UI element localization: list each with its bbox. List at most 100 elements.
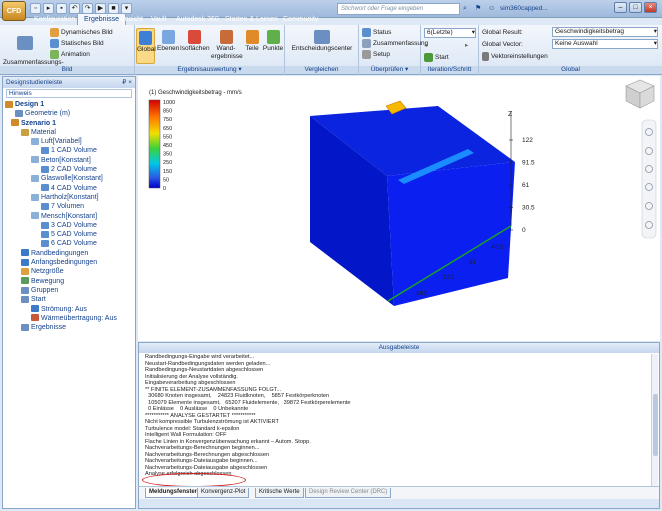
- tree-item[interactable]: Bewegung: [3, 277, 135, 286]
- tab-vault[interactable]: Vault: [145, 14, 172, 25]
- global-result-select[interactable]: Geschwindigkeitsbetrag ▾: [552, 27, 658, 37]
- start-button[interactable]: Start: [424, 53, 449, 62]
- scrollbar-thumb[interactable]: [653, 394, 658, 456]
- tree-item-label: Hartholz[Konstant]: [41, 193, 99, 201]
- tab-community[interactable]: Community: [277, 14, 324, 25]
- tab-ansicht[interactable]: Ansicht: [114, 14, 149, 25]
- iteration-next-button[interactable]: ▸: [465, 42, 468, 50]
- tree-item[interactable]: Netzgröße: [3, 267, 135, 276]
- summary-label: Zusammenfassung: [373, 40, 429, 48]
- navigation-bar[interactable]: [641, 119, 657, 239]
- tree-item[interactable]: Anfangsbedingungen: [3, 258, 135, 267]
- iteration-select[interactable]: 6(Letzte) ▾: [424, 28, 476, 38]
- isosurfaces-button[interactable]: Isoflächen: [180, 28, 210, 53]
- legend-tick-label: 1000: [163, 100, 175, 106]
- tree-item[interactable]: Szenario 1: [3, 119, 135, 128]
- group-label-iteration: Iteration/Schritt: [421, 66, 478, 74]
- static-image-button[interactable]: Statisches Bild: [50, 39, 104, 48]
- tree-item[interactable]: Strömung: Aus: [3, 305, 135, 314]
- search-input[interactable]: Stichwort oder Frage eingeben: [337, 3, 460, 15]
- tab-kritische-werte[interactable]: Kritische Werte: [255, 488, 304, 498]
- tree-item[interactable]: Geometrie (m): [3, 109, 135, 118]
- tab-konvergenz-plot[interactable]: Konvergenz-Plot: [197, 488, 250, 498]
- chevron-down-icon: ▾: [653, 40, 657, 47]
- summary-button[interactable]: Zusammenfassung: [362, 39, 428, 48]
- dynamic-image-button[interactable]: Dynamisches Bild: [50, 28, 113, 37]
- ribbon-group-vergleichen: Entscheidungscenter Vergleichen: [285, 25, 359, 75]
- hint-field[interactable]: Hinweis: [6, 89, 132, 98]
- application-menu-button[interactable]: CFD: [2, 1, 26, 21]
- output-scrollbar[interactable]: [651, 354, 658, 490]
- tree-item[interactable]: Hartholz[Konstant]: [3, 193, 135, 202]
- tree-item-label: Luft[Variabel]: [41, 138, 82, 146]
- tree-item-label: Mensch[Konstant]: [41, 212, 98, 220]
- decision-center-button[interactable]: Entscheidungscenter: [287, 28, 357, 53]
- tree-item[interactable]: Randbedingungen: [3, 249, 135, 258]
- tree-item[interactable]: 5 CAD Volume: [3, 230, 135, 239]
- tree-item[interactable]: Luft[Variabel]: [3, 137, 135, 146]
- group-label-ergebnisauswertung[interactable]: Ergebnisauswertung ▾: [135, 66, 284, 74]
- parts-button[interactable]: Teile: [243, 28, 261, 53]
- status-icon: [362, 28, 371, 37]
- user-icon[interactable]: ☺: [488, 3, 495, 14]
- tree-item[interactable]: 3 CAD Volume: [3, 221, 135, 230]
- z-axis-tick-label: 0: [522, 227, 526, 234]
- tree-item-icon: [31, 314, 39, 322]
- legend-tick-label: 350: [163, 152, 172, 158]
- group-label-ueberpruefen[interactable]: Überprüfen ▾: [359, 66, 420, 74]
- close-button[interactable]: ×: [644, 2, 657, 13]
- planes-icon: [161, 30, 175, 44]
- chevron-down-icon: ▾: [471, 29, 475, 36]
- x-axis-tick-label: 122: [443, 274, 454, 281]
- model-view[interactable]: (1) Geschwindigkeitsbetrag - mm/s 1000 85…: [138, 76, 660, 341]
- tree-item[interactable]: Wärmeübertragung: Aus: [3, 314, 135, 323]
- z-axis-tick-label: 30.5: [522, 205, 535, 212]
- status-button[interactable]: Status: [362, 28, 391, 37]
- new-icon[interactable]: ▫: [30, 3, 41, 14]
- global-button[interactable]: Global: [136, 28, 156, 64]
- wall-results-button[interactable]: Wand- ergebnisse: [211, 28, 243, 61]
- vector-settings-icon: [482, 52, 489, 61]
- global-vector-select[interactable]: Keine Auswahl ▾: [552, 39, 658, 49]
- tree-item[interactable]: Beton[Konstant]: [3, 156, 135, 165]
- tree-item[interactable]: 7 Volumen: [3, 202, 135, 211]
- user-name[interactable]: sim360capped...: [500, 3, 548, 14]
- maximize-button[interactable]: □: [629, 2, 642, 13]
- tree-item[interactable]: Ergebnisse: [3, 323, 135, 332]
- setup-button[interactable]: Setup: [362, 50, 390, 59]
- tab-autodesk-360[interactable]: Autodesk 360: [170, 14, 225, 25]
- open-icon[interactable]: ▸: [43, 3, 54, 14]
- ribbon: Zusammenfassungs- bild Dynamisches Bild …: [0, 25, 662, 75]
- output-log[interactable]: Randbedingungs-Eingabe wird verarbeitet.…: [145, 354, 645, 489]
- search-icon[interactable]: ⌕: [463, 3, 467, 14]
- vector-settings-button[interactable]: Vektoreinstellungen: [482, 52, 548, 61]
- tree-item-label: Randbedingungen: [31, 249, 89, 257]
- summary-icon: [362, 39, 371, 48]
- points-button[interactable]: Punkte: [262, 28, 284, 53]
- tree-item[interactable]: 4 CAD Volume: [3, 184, 135, 193]
- graphics-viewport[interactable]: (1) Geschwindigkeitsbetrag - mm/s 1000 85…: [138, 76, 660, 341]
- tree-item[interactable]: Mensch[Konstant]: [3, 212, 135, 221]
- tab-starten-lernen[interactable]: Starten & Lernen: [219, 14, 284, 25]
- pin-close-icon[interactable]: ₽ ×: [122, 77, 132, 88]
- tree-item[interactable]: Glaswolle[Konstant]: [3, 174, 135, 183]
- community-icon[interactable]: ⚑: [475, 3, 481, 14]
- tab-design-review-center[interactable]: Design Review Center (DRC): [305, 488, 392, 498]
- tree-item[interactable]: Gruppen: [3, 286, 135, 295]
- design-study-bar: Designstudienleiste ₽ × Hinweis Design 1…: [2, 76, 136, 509]
- tree-item[interactable]: Start: [3, 295, 135, 304]
- view-cube[interactable]: [625, 79, 655, 109]
- tree-item[interactable]: 2 CAD Volume: [3, 165, 135, 174]
- tree-item[interactable]: 6 CAD Volume: [3, 239, 135, 248]
- tab-meldungsfenster[interactable]: Meldungsfenster: [145, 488, 202, 498]
- planes-button[interactable]: Ebenen: [157, 28, 179, 53]
- tree-item[interactable]: Material: [3, 128, 135, 137]
- tree-item[interactable]: 1 CAD Volume: [3, 146, 135, 155]
- minimize-button[interactable]: –: [614, 2, 627, 13]
- save-icon[interactable]: ▪: [56, 3, 67, 14]
- animation-button[interactable]: Animation: [50, 50, 90, 59]
- tab-konfiguration[interactable]: Konfiguration: [28, 14, 81, 25]
- iteration-prev-button[interactable]: ◂: [424, 42, 427, 50]
- parts-label: Teile: [245, 45, 259, 52]
- tree-item[interactable]: Design 1: [3, 100, 135, 109]
